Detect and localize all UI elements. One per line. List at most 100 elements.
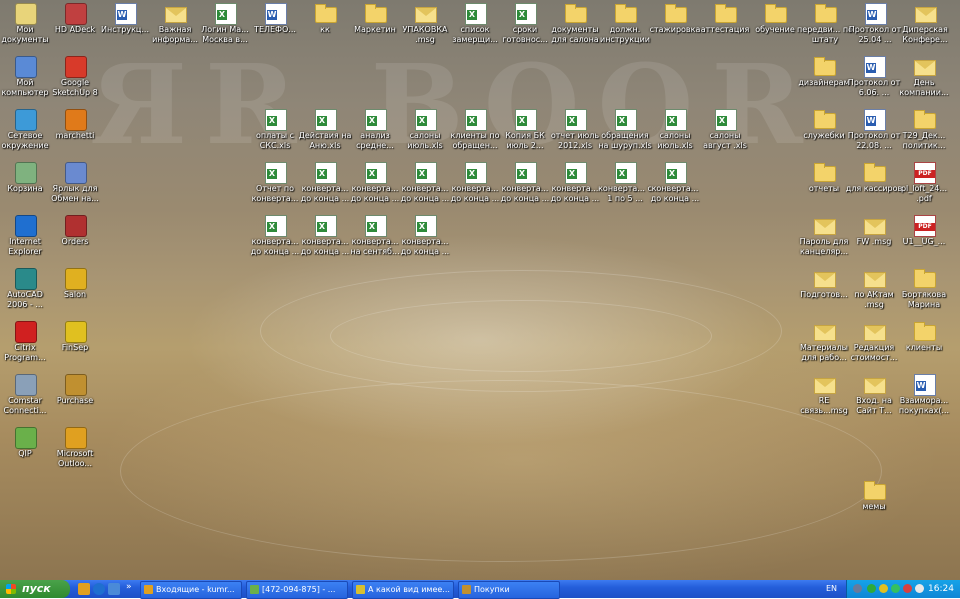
quicklaunch-desktop-icon[interactable] bbox=[108, 583, 120, 595]
taskbar-button[interactable]: Входящие - kumr... bbox=[140, 581, 242, 599]
desktop-icon[interactable]: FinSep bbox=[50, 319, 100, 371]
desktop-icon[interactable]: Маркетин bbox=[350, 1, 400, 53]
desktop-icon[interactable]: конверта... до конца ... bbox=[400, 213, 450, 265]
desktop-icon[interactable]: QIP bbox=[0, 425, 50, 477]
desktop-icon[interactable]: FW .msg bbox=[849, 213, 899, 265]
desktop-icon[interactable]: Вход. на Сайт Т... bbox=[849, 372, 899, 424]
tray-antivirus-icon[interactable] bbox=[903, 584, 912, 593]
excel-file-icon bbox=[265, 215, 287, 237]
desktop-icon[interactable]: Корзина bbox=[0, 160, 50, 212]
desktop-icon[interactable]: Comstar Connecti... bbox=[0, 372, 50, 424]
desktop-icon[interactable]: Microsoft Outloo... bbox=[50, 425, 100, 477]
desktop-icon[interactable]: HD ADeck bbox=[50, 1, 100, 53]
desktop-icon[interactable]: салоны июль.xls bbox=[650, 107, 700, 159]
desktop-icon[interactable]: Диперская Конфере... bbox=[900, 1, 950, 53]
desktop-icon[interactable]: Действия на Аню.xls bbox=[299, 107, 351, 159]
desktop-icon[interactable]: U1__UG_... bbox=[899, 213, 949, 265]
desktop-icon[interactable]: Редакция стоимост... bbox=[849, 319, 899, 371]
desktop-icon[interactable]: Orders bbox=[50, 213, 100, 265]
desktop-icon[interactable]: Инструкц... bbox=[100, 1, 150, 53]
desktop-icon[interactable]: салоны июль.xls bbox=[400, 107, 450, 159]
desktop-icon[interactable]: Google SketchUp 8 bbox=[50, 54, 100, 106]
desktop-icon[interactable]: Citrix Program... bbox=[0, 319, 50, 371]
desktop-icon[interactable]: Протокол от 6.06. ... bbox=[848, 54, 900, 106]
desktop-icon[interactable]: дизайнерам bbox=[798, 54, 850, 106]
taskbar-button[interactable]: А какой вид имее... bbox=[352, 581, 454, 599]
desktop-icon[interactable]: мемы bbox=[849, 478, 899, 530]
desktop-icon[interactable]: Взаимора... покупках(... bbox=[899, 372, 949, 424]
desktop-icon[interactable]: Internet Explorer bbox=[0, 213, 50, 265]
desktop-icon[interactable]: Мой компьютер bbox=[0, 54, 50, 106]
desktop-icon[interactable]: стажировка bbox=[650, 1, 700, 53]
desktop-icon[interactable]: Логин Ма... Москва в... bbox=[200, 1, 250, 53]
desktop-icon[interactable]: AutoCAD 2006 - ... bbox=[0, 266, 50, 318]
desktop-icon[interactable]: Важная информа... bbox=[150, 1, 200, 53]
desktop-icon[interactable]: документы для салона bbox=[550, 1, 600, 53]
desktop-icon[interactable]: Salon bbox=[50, 266, 100, 318]
desktop-icon[interactable]: сроки готовнос... bbox=[500, 1, 550, 53]
desktop-icon[interactable]: конверта... до конца ... bbox=[550, 160, 600, 212]
desktop-icon[interactable]: обращения на шуруп.xls bbox=[598, 107, 652, 159]
desktop-icon[interactable]: отчет июль 2012.xls bbox=[550, 107, 600, 159]
desktop-icon[interactable]: День компании... bbox=[899, 54, 949, 106]
email-message-icon bbox=[914, 60, 936, 76]
desktop-icon[interactable]: Сетевое окружение bbox=[0, 107, 50, 159]
desktop-icon[interactable]: Пароль для канцеляр... bbox=[799, 213, 849, 265]
desktop-icon[interactable]: pl_loft_24... .pdf bbox=[899, 160, 949, 212]
desktop-icon[interactable]: Purchase bbox=[50, 372, 100, 424]
desktop-icon[interactable]: конверта... до конца ... bbox=[450, 160, 500, 212]
desktop-icon[interactable]: по АКтам .msg bbox=[849, 266, 899, 318]
desktop-icon[interactable]: должн. инструкции bbox=[600, 1, 650, 53]
desktop-icon[interactable]: Материалы для рабо... bbox=[799, 319, 849, 371]
folder-icon bbox=[814, 163, 836, 182]
desktop-icon[interactable]: для кассиров bbox=[846, 160, 902, 212]
desktop-icon[interactable]: кк bbox=[300, 1, 350, 53]
quicklaunch-ie-icon[interactable] bbox=[93, 583, 105, 595]
desktop-icon[interactable]: передви... по штату bbox=[797, 1, 853, 53]
quicklaunch-chevron-icon[interactable]: » bbox=[126, 582, 132, 592]
desktop-icon[interactable]: Протокол от 25.04 ... bbox=[849, 1, 901, 53]
desktop-icon[interactable]: клиенты по обращен... bbox=[450, 107, 500, 159]
desktop-icon[interactable]: Мои документы bbox=[0, 1, 50, 53]
desktop-icon[interactable]: конверта... до конца ... bbox=[650, 160, 700, 212]
word-file-icon bbox=[115, 3, 137, 25]
tray-skype-icon[interactable] bbox=[867, 584, 876, 593]
desktop-icon[interactable]: клиенты bbox=[899, 319, 949, 371]
desktop-icon[interactable]: список замерщи... bbox=[450, 1, 500, 53]
desktop-icon[interactable]: Отчет по конверта... bbox=[250, 160, 300, 212]
desktop-icon[interactable]: Бортякова Марина bbox=[899, 266, 949, 318]
desktop-icon[interactable]: конверта... на сентяб... bbox=[350, 213, 400, 265]
start-button[interactable]: пуск bbox=[0, 580, 70, 598]
desktop-icon[interactable]: обучение bbox=[750, 1, 800, 53]
desktop-icon[interactable]: Протокол от 22.08. ... bbox=[848, 107, 900, 159]
tray-qip-icon[interactable] bbox=[879, 584, 888, 593]
desktop-icon[interactable]: ТЕЛЕФО... bbox=[250, 1, 300, 53]
desktop-icon[interactable]: конверта... до конца ... bbox=[300, 160, 350, 212]
language-indicator[interactable]: EN bbox=[826, 580, 837, 598]
desktop-icon[interactable]: УПАКОВКА .msg bbox=[400, 1, 450, 53]
desktop-icon[interactable]: аттестация bbox=[700, 1, 750, 53]
desktop-icon[interactable]: Т29_Дек... политик... bbox=[899, 107, 949, 159]
desktop-icon[interactable]: служебки bbox=[799, 107, 849, 159]
tray-volume-icon[interactable] bbox=[915, 584, 924, 593]
desktop-icon[interactable]: конверта... до конца ... bbox=[400, 160, 450, 212]
taskbar-button[interactable]: [472-094-875] - ... bbox=[246, 581, 348, 599]
tray-flower-icon[interactable] bbox=[891, 584, 900, 593]
desktop-icon[interactable]: анализ средне... bbox=[350, 107, 400, 159]
desktop-icon[interactable]: Ярлык для Обмен на... bbox=[50, 160, 100, 212]
desktop-icon[interactable]: конверта... до конца ... bbox=[250, 213, 300, 265]
quicklaunch-outlook-icon[interactable] bbox=[78, 583, 90, 595]
desktop-icon[interactable]: салоны август .xls bbox=[700, 107, 750, 159]
desktop-icon[interactable]: Подготов... bbox=[799, 266, 849, 318]
desktop-icon[interactable]: отчеты bbox=[799, 160, 849, 212]
taskbar-button[interactable]: Покупки bbox=[458, 581, 560, 599]
desktop-icon[interactable]: RE связь...msg bbox=[799, 372, 849, 424]
desktop-icon[interactable]: конверта... до конца ... bbox=[300, 213, 350, 265]
desktop-icon[interactable]: marchetti bbox=[50, 107, 100, 159]
desktop-icon[interactable]: конверта... до конца ... bbox=[350, 160, 400, 212]
desktop-icon[interactable]: Копия БК июль 2... bbox=[500, 107, 550, 159]
tray-back-arrow-icon[interactable] bbox=[853, 584, 862, 593]
desktop-icon[interactable]: оплаты с СКС.xls bbox=[250, 107, 300, 159]
desktop-icon[interactable]: конверта... с 1 по 5 ... bbox=[598, 160, 652, 212]
desktop-icon[interactable]: конверта... до конца ... bbox=[500, 160, 550, 212]
